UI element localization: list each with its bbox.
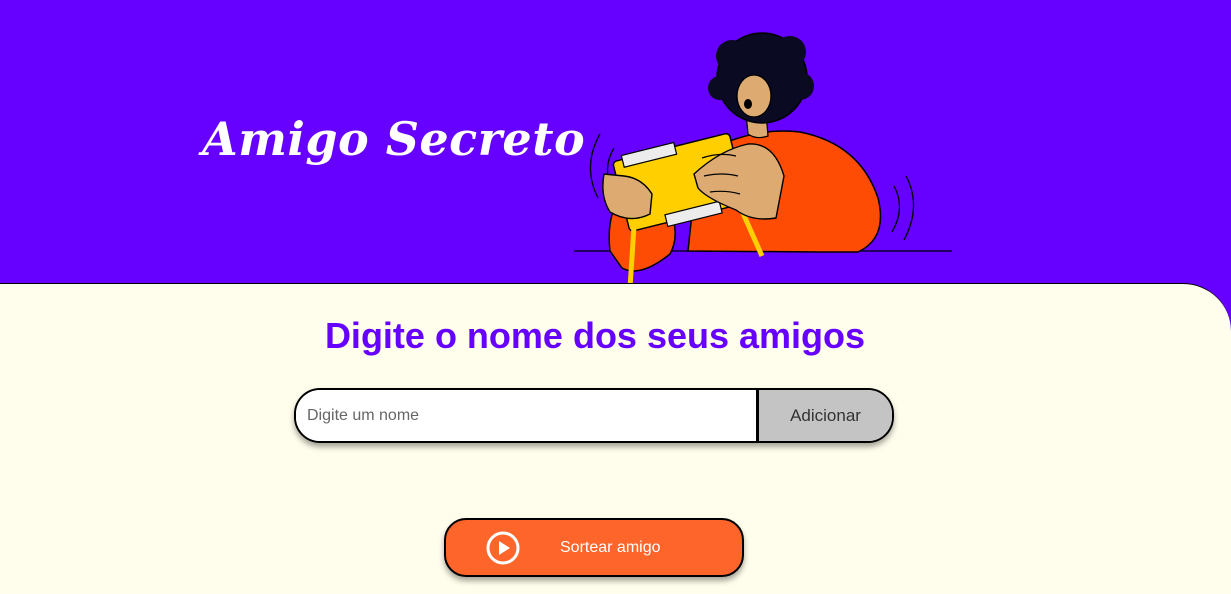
friend-name-input[interactable]: [296, 390, 756, 441]
section-heading: Digite o nome dos seus amigos: [324, 315, 866, 356]
draw-friend-label: Sortear amigo: [560, 539, 661, 556]
play-circle-icon: [486, 531, 520, 565]
content-panel: Digite o nome dos seus amigos Adicionar …: [0, 283, 1231, 594]
page: Amigo Secreto Digite o nome dos seus ami…: [0, 0, 1231, 594]
add-friend-group: Adicionar: [294, 388, 894, 443]
add-button[interactable]: Adicionar: [756, 390, 892, 441]
page-title: Amigo Secreto: [202, 112, 586, 166]
header-banner: Amigo Secreto: [0, 0, 1231, 290]
draw-friend-button[interactable]: Sortear amigo: [444, 518, 744, 577]
person-opening-gift-illustration: [574, 32, 952, 288]
